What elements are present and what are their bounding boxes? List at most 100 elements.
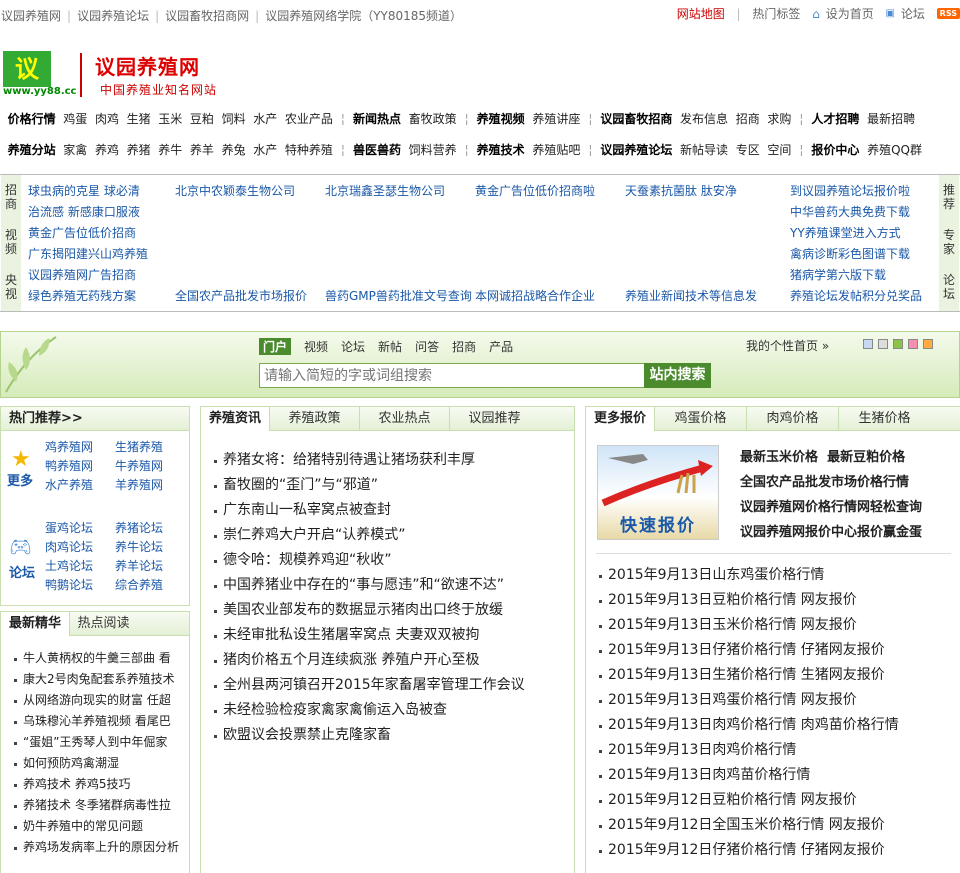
price-item[interactable]: 2015年9月13日肉鸡价格行情	[586, 738, 956, 763]
top-link[interactable]: 议园养殖网	[1, 9, 61, 23]
news-item[interactable]: 欧盟议会投票禁止克隆家畜	[201, 723, 574, 748]
quick-price-link[interactable]: 全国农产品批发市场价格行情	[740, 475, 909, 490]
quick-price-link[interactable]: 最新玉米价格	[740, 450, 818, 465]
essence-item[interactable]: 乌珠穆沁羊养殖视频 看尾巴	[1, 711, 189, 732]
ad-link[interactable]: 广东揭阳建兴山鸡养殖	[28, 244, 148, 265]
ad-side-tab[interactable]: 招商	[1, 175, 21, 220]
nav-link[interactable]: 养殖贴吧	[532, 143, 580, 157]
nav-link[interactable]: 饲料	[222, 112, 246, 126]
price-item[interactable]: 2015年9月13日玉米价格行情 网友报价	[586, 613, 956, 638]
nav-group-head[interactable]: 价格行情	[8, 112, 56, 126]
tab-active[interactable]: 养殖资讯	[201, 407, 270, 432]
news-item[interactable]: 广东南山一私宰窝点被查封	[201, 498, 574, 523]
nav-link[interactable]: 求购	[767, 112, 791, 126]
news-item[interactable]: 全州县两河镇召开2015年家畜屠宰管理工作会议	[201, 673, 574, 698]
price-item[interactable]: 2015年9月13日肉鸡苗价格行情	[586, 763, 956, 788]
ad-link[interactable]: 养殖论坛发帖积分兑奖品	[790, 286, 922, 307]
news-item[interactable]: 美国农业部发布的数据显示猪肉出口终于放缓	[201, 598, 574, 623]
essence-item[interactable]: 养鸡场发病率上升的原因分析	[1, 837, 189, 858]
ad-side-tab[interactable]: 视频	[1, 220, 21, 265]
search-input[interactable]	[259, 363, 645, 388]
tab[interactable]: 肉鸡价格	[746, 407, 838, 431]
ad-link[interactable]: 猪病学第六版下载	[790, 265, 922, 286]
nav-group-head[interactable]: 人才招聘	[811, 112, 859, 126]
ad-link[interactable]: YY养殖课堂进入方式	[790, 223, 922, 244]
nav-link[interactable]: 生猪	[127, 112, 151, 126]
nav-link[interactable]: 专区	[736, 143, 760, 157]
hot-link[interactable]: 土鸡论坛	[45, 557, 115, 576]
nav-link[interactable]: 豆粕	[190, 112, 214, 126]
price-item[interactable]: 2015年9月13日仔猪价格行情 仔猪网友报价	[586, 638, 956, 663]
ad-link[interactable]: 绿色养殖无药残方案	[28, 286, 148, 307]
hot-link[interactable]: 羊养殖网	[115, 476, 185, 495]
nav-link[interactable]: 家禽	[63, 143, 87, 157]
hot-link[interactable]: 肉鸡论坛	[45, 538, 115, 557]
nav-link[interactable]: 畜牧政策	[409, 112, 457, 126]
tab[interactable]: 农业热点	[359, 407, 449, 431]
news-item[interactable]: 未经检验检疫家禽家禽偷运入岛被查	[201, 698, 574, 723]
nav-link[interactable]: 养羊	[190, 143, 214, 157]
ad-link[interactable]: 到议园养殖论坛报价啦	[790, 181, 922, 202]
nav-link[interactable]: 玉米	[158, 112, 182, 126]
ad-link[interactable]: 治流感 新感康口服液	[28, 202, 148, 223]
ad-side-tab[interactable]: 专家	[939, 220, 959, 265]
hot-link[interactable]: 牛养殖网	[115, 457, 185, 476]
hot-link[interactable]: 养羊论坛	[115, 557, 185, 576]
news-item[interactable]: 畜牧圈的“歪门”与“邪道”	[201, 473, 574, 498]
tab[interactable]: 鸡蛋价格	[654, 407, 746, 431]
ad-link[interactable]: 北京中农颖泰生物公司	[175, 181, 307, 202]
hot-link[interactable]: 鸭养殖网	[45, 457, 115, 476]
nav-group-head[interactable]: 报价中心	[811, 143, 859, 157]
nav-link[interactable]: 水产	[253, 112, 277, 126]
essence-item[interactable]: 养猪技术 冬季猪群病毒性拉	[1, 795, 189, 816]
price-item[interactable]: 2015年9月13日山东鸡蛋价格行情	[586, 563, 956, 588]
essence-item[interactable]: “蛋姐”王秀琴人到中年倔家	[1, 732, 189, 753]
quick-price-banner[interactable]: 快速报价	[597, 445, 719, 540]
essence-item[interactable]: 康大2号肉兔配套系养殖技术	[1, 669, 189, 690]
hot-link[interactable]: 水产养殖	[45, 476, 115, 495]
my-homepage-link[interactable]: 我的个性首页 »	[746, 337, 829, 354]
tab[interactable]: 养殖政策	[269, 407, 359, 431]
search-tab-5[interactable]: 招商	[452, 338, 476, 355]
nav-link[interactable]: 养殖讲座	[532, 112, 580, 126]
nav-link[interactable]: 农业产品	[285, 112, 333, 126]
news-item[interactable]: 养猪女将：给猪特别待遇让猪场获利丰厚	[201, 448, 574, 473]
ad-link[interactable]: 中华兽药大典免费下载	[790, 202, 922, 223]
quick-price-link[interactable]: 议园养殖网价格行情网轻松查询	[740, 500, 922, 515]
price-item[interactable]: 2015年9月13日肉鸡价格行情 肉鸡苗价格行情	[586, 713, 956, 738]
search-tab-0[interactable]: 门户	[259, 338, 292, 355]
essence-item[interactable]: 牛人黄柄权的牛羹三部曲 看	[1, 648, 189, 669]
nav-group-head[interactable]: 养殖分站	[8, 143, 56, 157]
ad-side-tab[interactable]: 推荐	[939, 175, 959, 220]
top-link[interactable]: 议园养殖网络学院（YY80185频道）	[265, 9, 462, 23]
essence-item[interactable]: 从网络游向现实的财富 任超	[1, 690, 189, 711]
nav-link[interactable]: 水产	[253, 143, 277, 157]
price-item[interactable]: 2015年9月12日全国玉米价格行情 网友报价	[586, 813, 956, 838]
tab-active[interactable]: 最新精华	[1, 612, 70, 637]
nav-link[interactable]: 鸡蛋	[63, 112, 87, 126]
ad-side-tab[interactable]: 论坛	[939, 265, 959, 310]
ad-link[interactable]: 议园养殖网广告招商	[28, 265, 148, 286]
rss-icon[interactable]: RSS	[936, 8, 960, 19]
news-item[interactable]: 未经审批私设生猪屠宰窝点 夫妻双双被拘	[201, 623, 574, 648]
nav-link[interactable]: 养猪	[127, 143, 151, 157]
skin-gray[interactable]	[878, 339, 888, 349]
forum-link[interactable]: 论坛	[901, 7, 925, 21]
nav-group-head[interactable]: 新闻热点	[353, 112, 401, 126]
sitemap-link[interactable]: 网站地图	[677, 7, 725, 21]
nav-link[interactable]: 肉鸡	[95, 112, 119, 126]
price-item[interactable]: 2015年9月12日豆粕价格行情 网友报价	[586, 788, 956, 813]
search-tab-2[interactable]: 论坛	[341, 338, 365, 355]
price-item[interactable]: 2015年9月13日生猪价格行情 生猪网友报价	[586, 663, 956, 688]
ad-link[interactable]: 黄金广告位低价招商啦	[475, 181, 595, 202]
ad-link[interactable]: 兽药GMP兽药批准文号查询	[325, 286, 472, 307]
hot-recommend-title[interactable]: 热门推荐>>	[1, 407, 91, 432]
more-label[interactable]: 更多	[7, 470, 33, 489]
ad-link[interactable]: 北京瑞鑫圣瑟生物公司	[325, 181, 472, 202]
ad-link[interactable]: 养殖业新闻技术等信息发	[625, 286, 757, 307]
skin-orange[interactable]	[923, 339, 933, 349]
skin-pink[interactable]	[908, 339, 918, 349]
hot-link[interactable]: 养牛论坛	[115, 538, 185, 557]
nav-link[interactable]: 空间	[767, 143, 791, 157]
tab-active[interactable]: 更多报价	[586, 407, 655, 432]
